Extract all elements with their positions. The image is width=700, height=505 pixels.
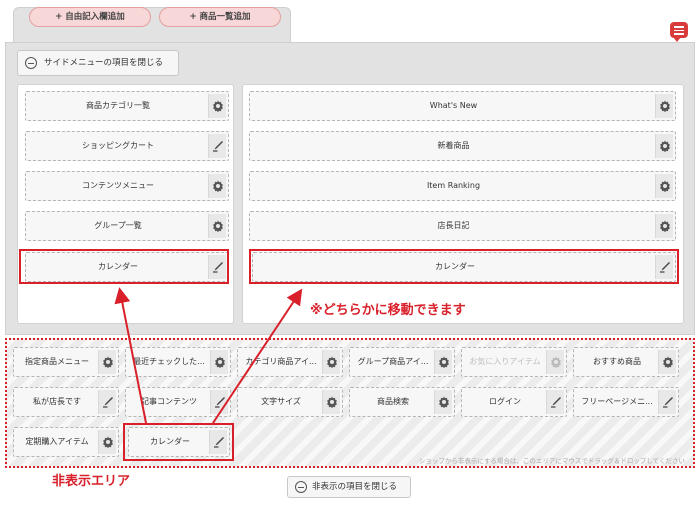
arrow-to-right-column (212, 288, 303, 424)
move-arrows (114, 287, 303, 424)
arrow-to-left-column (114, 287, 147, 424)
